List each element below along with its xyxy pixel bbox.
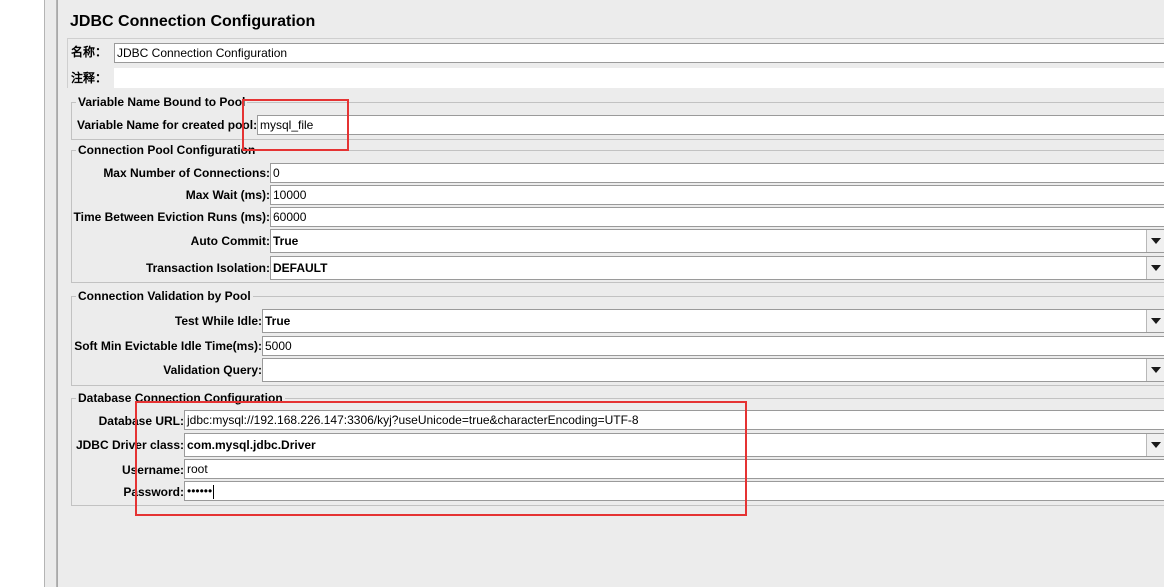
transaction-isolation-value: DEFAULT — [273, 261, 328, 275]
validation-group-title: Connection Validation by Pool — [76, 289, 253, 303]
auto-commit-label: Auto Commit: — [190, 234, 270, 248]
comment-label: 注释： — [71, 71, 108, 85]
soft-min-idle-field[interactable]: 5000 — [262, 336, 1164, 356]
chevron-down-icon[interactable] — [1146, 434, 1164, 456]
max-connections-field[interactable]: 0 — [270, 163, 1164, 183]
highlight-box-database — [135, 401, 747, 516]
chevron-down-icon[interactable] — [1146, 230, 1164, 252]
transaction-isolation-select[interactable]: DEFAULT — [270, 256, 1164, 280]
variable-name-field[interactable]: mysql_file — [257, 115, 1164, 135]
chevron-down-icon[interactable] — [1146, 257, 1164, 279]
panel-title: JDBC Connection Configuration — [70, 13, 316, 30]
highlight-box-variable — [242, 99, 349, 151]
eviction-runs-field[interactable]: 60000 — [270, 207, 1164, 227]
max-wait-label: Max Wait (ms): — [185, 188, 270, 202]
test-while-idle-value: True — [265, 314, 291, 328]
comment-field[interactable] — [114, 68, 1164, 88]
test-while-idle-label: Test While Idle: — [174, 314, 262, 328]
config-panel: JDBC Connection Configuration 名称： JDBC C… — [57, 0, 1164, 587]
validation-query-label: Validation Query: — [163, 363, 262, 377]
name-label: 名称： — [71, 45, 108, 59]
max-wait-field[interactable]: 10000 — [270, 185, 1164, 205]
soft-min-idle-label: Soft Min Evictable Idle Time(ms): — [74, 339, 262, 353]
pool-group-title: Connection Pool Configuration — [76, 143, 258, 157]
max-connections-label: Max Number of Connections: — [103, 166, 270, 180]
variable-group-title: Variable Name Bound to Pool — [76, 95, 248, 109]
validation-query-select[interactable] — [262, 358, 1164, 382]
name-field[interactable]: JDBC Connection Configuration — [114, 43, 1164, 63]
chevron-down-icon[interactable] — [1146, 359, 1164, 381]
test-while-idle-select[interactable]: True — [262, 309, 1164, 333]
chevron-down-icon[interactable] — [1146, 310, 1164, 332]
eviction-runs-label: Time Between Eviction Runs (ms): — [73, 210, 270, 224]
variable-name-label: Variable Name for created pool: — [77, 118, 258, 132]
tree-pane[interactable] — [0, 0, 44, 587]
auto-commit-select[interactable]: True — [270, 229, 1164, 253]
transaction-isolation-label: Transaction Isolation: — [145, 261, 270, 275]
auto-commit-value: True — [273, 234, 299, 248]
splitter-handle[interactable] — [45, 0, 56, 587]
